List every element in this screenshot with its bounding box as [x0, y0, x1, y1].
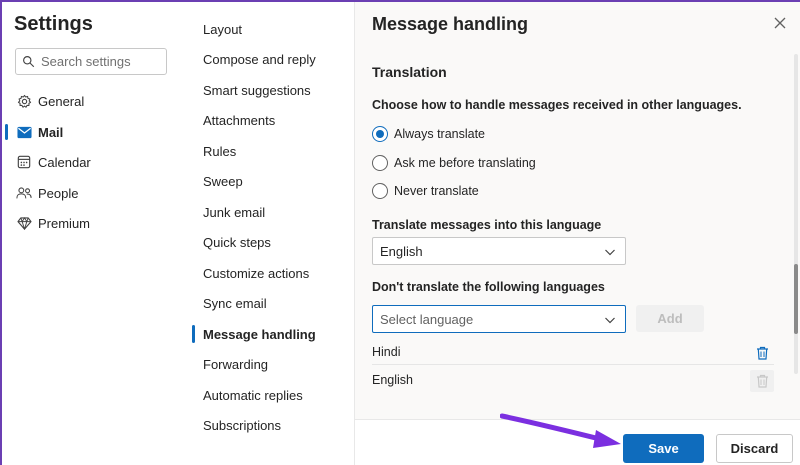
nav-item-label: General — [38, 93, 85, 109]
settings-title: Settings — [14, 13, 93, 35]
subnav-item-customize-actions[interactable]: Customize actions — [182, 260, 354, 286]
subnav-item-label: Subscriptions — [203, 417, 282, 433]
subnav-item-label: Automatic replies — [203, 387, 303, 403]
subnav-item-label: Sync email — [203, 295, 267, 311]
nav-item-label: Mail — [38, 124, 64, 140]
calendar-icon — [16, 154, 32, 170]
nav-item-general[interactable]: General — [2, 88, 182, 114]
dont-translate-label: Don't translate the following languages — [372, 280, 605, 294]
nav-item-premium[interactable]: Premium — [2, 210, 182, 236]
gear-icon — [16, 93, 32, 109]
subnav-item-label: Attachments — [203, 112, 276, 128]
settings-sidebar: Settings General Mail Calendar People Pr… — [2, 2, 182, 465]
mail-icon — [16, 124, 32, 140]
subnav-item-label: Rules — [203, 143, 237, 159]
subnav-item-message-handling[interactable]: Message handling — [182, 321, 354, 347]
discard-button[interactable]: Discard — [716, 434, 793, 463]
panel-title: Message handling — [372, 14, 529, 34]
subnav-item-forwarding[interactable]: Forwarding — [182, 351, 354, 377]
diamond-icon — [16, 215, 32, 231]
delete-hindi-button[interactable] — [750, 342, 774, 364]
subnav-item-attachments[interactable]: Attachments — [182, 107, 354, 133]
translate-into-label: Translate messages into this language — [372, 218, 602, 232]
subnav-item-label: Smart suggestions — [203, 82, 311, 98]
nav-item-mail[interactable]: Mail — [2, 119, 182, 145]
nav-item-people[interactable]: People — [2, 180, 182, 206]
radio-checked-icon — [372, 126, 388, 142]
subnav-item-sweep[interactable]: Sweep — [182, 168, 354, 194]
subnav-item-label: Layout — [203, 21, 243, 37]
trash-icon — [756, 346, 768, 360]
subnav-item-label: Customize actions — [203, 265, 310, 281]
add-language-button[interactable]: Add — [636, 305, 704, 332]
subnav-item-junk-email[interactable]: Junk email — [182, 199, 354, 225]
subnav-item-label: Forwarding — [203, 356, 269, 372]
subnav-item-subscriptions[interactable]: Subscriptions — [182, 412, 354, 438]
subnav-item-label: Compose and reply — [203, 51, 316, 67]
subnav-item-automatic-replies[interactable]: Automatic replies — [182, 382, 354, 408]
subnav-item-label: Quick steps — [203, 234, 271, 250]
subnav-item-quick-steps[interactable]: Quick steps — [182, 229, 354, 255]
nav-item-label: People — [38, 185, 79, 201]
subnav-item-compose-and-reply[interactable]: Compose and reply — [182, 46, 354, 72]
subnav-item-smart-suggestions[interactable]: Smart suggestions — [182, 77, 354, 103]
translation-question: Choose how to handle messages received i… — [372, 98, 742, 112]
scrollbar[interactable] — [794, 54, 798, 374]
radio-label: Ask me before translating — [394, 156, 536, 170]
trash-icon — [756, 374, 768, 388]
close-button[interactable] — [772, 15, 788, 31]
nav-item-label: Calendar — [38, 154, 91, 170]
search-icon — [23, 56, 35, 68]
search-settings-box[interactable] — [15, 48, 167, 75]
dropdown-placeholder: Select language — [380, 311, 474, 327]
radio-unchecked-icon — [372, 183, 388, 199]
subnav-item-label: Message handling — [203, 326, 316, 342]
language-row-hindi: Hindi — [372, 338, 774, 366]
delete-english-button[interactable] — [750, 370, 774, 392]
search-settings-input[interactable] — [41, 54, 161, 69]
dropdown-value: English — [380, 243, 423, 259]
radio-ask-before-translating[interactable]: Ask me before translating — [372, 153, 536, 173]
radio-unchecked-icon — [372, 155, 388, 171]
mail-settings-nav: Layout Compose and reply Smart suggestio… — [182, 2, 354, 465]
radio-never-translate[interactable]: Never translate — [372, 181, 479, 201]
subnav-item-label: Junk email — [203, 204, 266, 220]
nav-item-label: Premium — [38, 215, 91, 231]
close-icon — [774, 17, 786, 29]
people-icon — [16, 185, 32, 201]
radio-label: Never translate — [394, 184, 479, 198]
language-name: English — [372, 373, 413, 387]
panel-footer: Save Discard — [355, 419, 800, 465]
section-title-translation: Translation — [372, 64, 447, 80]
message-handling-panel: Message handling Translation Choose how … — [354, 2, 800, 465]
subnav-item-layout[interactable]: Layout — [182, 16, 354, 42]
translate-into-dropdown[interactable]: English — [372, 237, 626, 265]
chevron-down-icon — [605, 317, 615, 324]
scrollbar-thumb[interactable] — [794, 264, 798, 334]
language-name: Hindi — [372, 345, 401, 359]
save-button[interactable]: Save — [623, 434, 704, 463]
chevron-down-icon — [605, 249, 615, 256]
divider — [372, 364, 774, 365]
radio-always-translate[interactable]: Always translate — [372, 124, 485, 144]
radio-label: Always translate — [394, 127, 486, 141]
subnav-item-rules[interactable]: Rules — [182, 138, 354, 164]
language-row-english: English — [372, 366, 774, 394]
select-language-dropdown[interactable]: Select language — [372, 305, 626, 333]
nav-item-calendar[interactable]: Calendar — [2, 149, 182, 175]
subnav-item-label: Sweep — [203, 173, 243, 189]
subnav-item-sync-email[interactable]: Sync email — [182, 290, 354, 316]
